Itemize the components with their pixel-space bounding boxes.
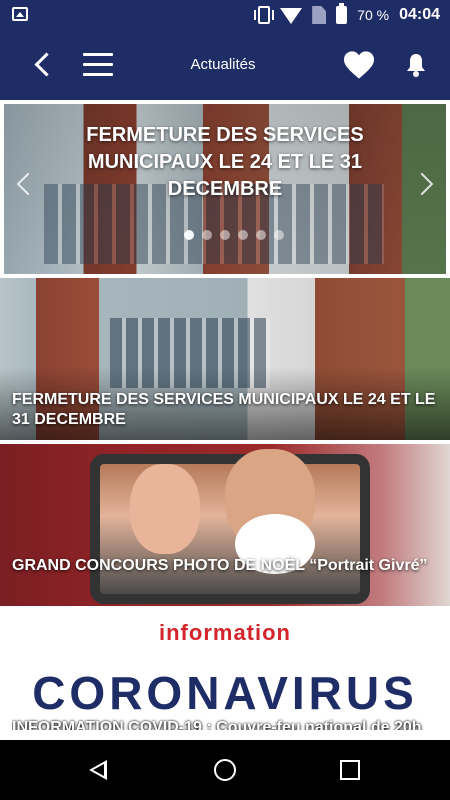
vibrate-icon (254, 6, 275, 24)
clock: 04:04 (399, 6, 440, 23)
heart-icon[interactable] (342, 50, 376, 80)
banner-top-text: information (159, 620, 291, 645)
news-caption: INFORMATION COVID-19 : Couvre-feu nation… (12, 719, 422, 730)
status-bar: 70 % 04:04 (0, 0, 450, 30)
person-photo (130, 464, 200, 554)
bell-icon[interactable] (405, 52, 427, 78)
image-icon (12, 7, 28, 21)
page-title: Actualités (190, 56, 256, 73)
news-caption: FERMETURE DES SERVICES MUNICIPAUX LE 24 … (12, 391, 436, 428)
featured-slider[interactable]: FERMETURE DES SERVICES MUNICIPAUX LE 24 … (4, 104, 446, 274)
battery-percent: 70 % (357, 7, 390, 23)
status-right: 70 % 04:04 (254, 0, 440, 30)
slider-dot[interactable] (274, 230, 284, 240)
slider-dot[interactable] (256, 230, 266, 240)
building-windows (110, 318, 270, 388)
menu-icon[interactable] (83, 53, 113, 77)
wifi-icon (280, 8, 303, 24)
slider-dots (184, 230, 284, 240)
news-feed[interactable]: FERMETURE DES SERVICES MUNICIPAUX LE 24 … (0, 100, 450, 740)
back-icon (34, 52, 59, 77)
nav-home-icon[interactable] (214, 759, 236, 781)
no-sim-icon (312, 6, 327, 24)
news-card[interactable]: information CORONAVIRUS INFORMATION COVI… (0, 610, 450, 740)
banner-main-text: CORONAVIRUS (32, 667, 418, 719)
nav-recent-icon[interactable] (340, 760, 360, 780)
battery-icon (336, 3, 348, 24)
system-nav-bar (0, 740, 450, 800)
slider-dot[interactable] (238, 230, 248, 240)
slider-dot[interactable] (202, 230, 212, 240)
nav-back-icon[interactable] (89, 760, 107, 780)
slider-dot[interactable] (220, 230, 230, 240)
news-card[interactable]: FERMETURE DES SERVICES MUNICIPAUX LE 24 … (0, 278, 450, 440)
slider-title: FERMETURE DES SERVICES MUNICIPAUX LE 24 … (86, 124, 364, 200)
slider-dot[interactable] (184, 230, 194, 240)
app-bar: Actualités (0, 30, 450, 100)
back-button[interactable] (30, 50, 59, 80)
news-card[interactable]: GRAND CONCOURS PHOTO DE NOËL “Portrait G… (0, 444, 450, 606)
news-caption: GRAND CONCOURS PHOTO DE NOËL “Portrait G… (12, 557, 428, 574)
